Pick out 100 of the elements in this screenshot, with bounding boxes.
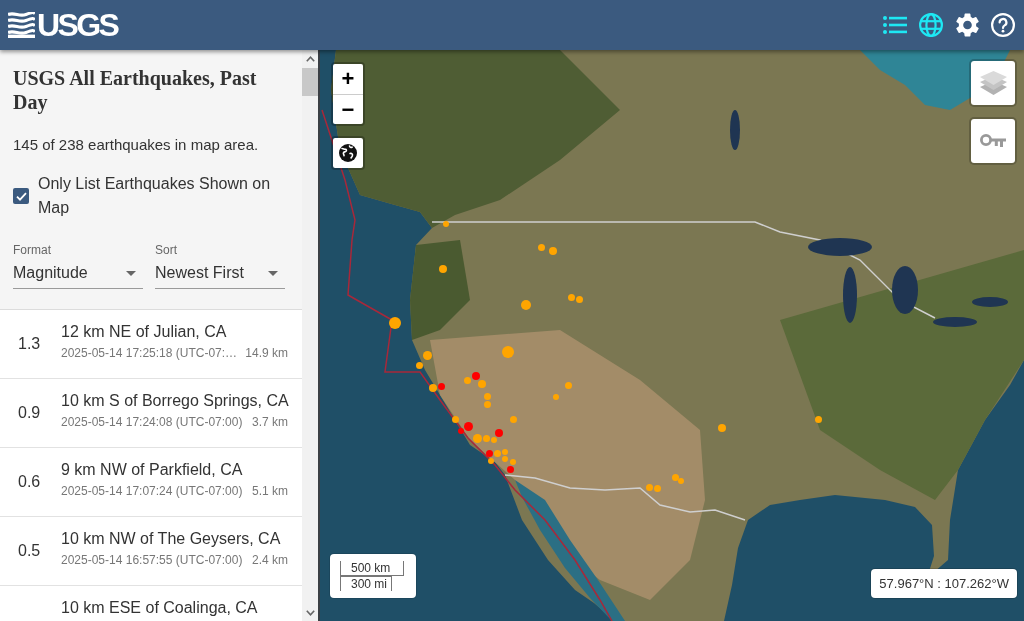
- earthquake-list-item[interactable]: 10 km ESE of Coalinga, CA: [0, 586, 302, 621]
- earthquake-marker-icon[interactable]: [502, 449, 508, 455]
- magnitude-text: 1.3: [17, 335, 41, 352]
- scale-metric-label: 500 km: [340, 561, 404, 576]
- lake: [892, 266, 918, 314]
- magnitude-text: 0.6: [17, 473, 41, 490]
- earthquake-marker-icon[interactable]: [478, 380, 486, 388]
- earthquake-marker-icon[interactable]: [493, 449, 501, 457]
- scrollbar[interactable]: [302, 50, 318, 621]
- earthquake-marker-icon[interactable]: [451, 415, 459, 423]
- caret-icon: [268, 270, 278, 276]
- place-text: 10 km S of Borrego Springs, CA: [61, 391, 289, 411]
- time-text: 2025-05-14 17:25:18 (UTC-07:…: [61, 345, 238, 361]
- earthquake-marker-icon[interactable]: [422, 350, 432, 360]
- depth-text: 2.4 km: [252, 552, 288, 568]
- waves-icon: [8, 12, 35, 38]
- scrollbar-thumb[interactable]: [302, 68, 318, 96]
- earthquake-list-item[interactable]: 1.3 12 km NE of Julian, CA 2025-05-14 17:25:18 (UTC-07:… 14.9 km: [0, 310, 302, 379]
- earthquake-list-item[interactable]: 0.9 10 km S of Borrego Springs, CA 2025-05-14 17:24:08 (UTC-07:00) 3.7 km: [0, 379, 302, 448]
- earthquake-marker-icon[interactable]: [472, 372, 480, 380]
- magnitude-text: 0.9: [17, 404, 41, 421]
- earthquake-marker-icon[interactable]: [458, 428, 464, 434]
- gear-icon: [955, 13, 979, 37]
- lake: [730, 110, 740, 150]
- earthquake-marker-icon[interactable]: [567, 293, 575, 301]
- depth-text: 5.1 km: [252, 483, 288, 499]
- earthquake-marker-icon[interactable]: [439, 265, 447, 273]
- earthquake-marker-icon[interactable]: [485, 449, 493, 457]
- earthquake-marker-icon[interactable]: [521, 300, 531, 310]
- earthquake-list-item[interactable]: 0.5 10 km NW of The Geysers, CA 2025-05-14 16:57:55 (UTC-07:00) 2.4 km: [0, 517, 302, 586]
- earthquake-marker-icon[interactable]: [537, 243, 545, 251]
- time-text: 2025-05-14 17:07:24 (UTC-07:00): [61, 483, 243, 499]
- earthquake-marker-icon[interactable]: [645, 483, 653, 491]
- lake: [808, 238, 872, 256]
- zoom-in-button[interactable]: +: [333, 64, 363, 94]
- place-text: 10 km NW of The Geysers, CA: [61, 529, 281, 549]
- key-icon: [980, 134, 1006, 148]
- earthquake-marker-icon[interactable]: [510, 459, 516, 465]
- earthquake-marker-icon[interactable]: [718, 424, 726, 432]
- earthquake-marker-icon[interactable]: [463, 421, 473, 431]
- earthquake-marker-icon[interactable]: [506, 465, 514, 473]
- earthquake-marker-icon[interactable]: [502, 456, 508, 462]
- depth-text: 3.7 km: [252, 414, 288, 430]
- chevron-down-icon[interactable]: [305, 610, 315, 616]
- checkbox-label[interactable]: Only List Earthquakes Shown on Map: [38, 172, 273, 220]
- earthquake-marker-icon[interactable]: [564, 381, 572, 389]
- earthquake-marker-icon[interactable]: [443, 221, 449, 227]
- place-text: 10 km ESE of Coalinga, CA: [61, 598, 258, 618]
- lake: [972, 297, 1008, 307]
- format-label: Format: [13, 243, 51, 257]
- earthquake-marker-icon[interactable]: [653, 484, 661, 492]
- settings-button[interactable]: [955, 13, 979, 37]
- earthquake-marker-icon[interactable]: [495, 429, 503, 437]
- earthquake-marker-icon[interactable]: [509, 415, 517, 423]
- sort-select[interactable]: Newest First: [155, 261, 285, 289]
- earthquake-marker-icon[interactable]: [814, 415, 822, 423]
- globe-icon: [919, 13, 943, 37]
- earthquake-marker-icon[interactable]: [491, 437, 497, 443]
- help-button[interactable]: [991, 13, 1015, 37]
- logo-link[interactable]: USGS: [8, 8, 118, 42]
- caret-icon: [126, 270, 136, 276]
- lake: [933, 317, 977, 327]
- zoom-out-button[interactable]: −: [333, 94, 363, 124]
- layers-icon: [979, 71, 1007, 95]
- earthquake-marker-icon[interactable]: [483, 400, 491, 408]
- panel-title: USGS All Earthquakes, Past Day: [13, 66, 258, 114]
- map-view-button[interactable]: [919, 13, 943, 37]
- chevron-up-icon[interactable]: [305, 56, 315, 62]
- format-select[interactable]: Magnitude: [13, 261, 143, 289]
- satellite-map-drawing[interactable]: [320, 50, 1024, 621]
- list-icon: [883, 16, 907, 34]
- earthquake-marker-icon[interactable]: [553, 394, 559, 400]
- earthquake-marker-icon[interactable]: [415, 361, 423, 369]
- coordinates-readout: 57.967°N : 107.262°W: [871, 569, 1017, 598]
- layers-button[interactable]: [969, 59, 1017, 107]
- earthquake-list-item[interactable]: 0.6 9 km NW of Parkfield, CA 2025-05-14 17:07:24 (UTC-07:00) 5.1 km: [0, 448, 302, 517]
- earthquake-marker-icon[interactable]: [463, 376, 471, 384]
- place-text: 12 km NE of Julian, CA: [61, 322, 227, 342]
- help-icon: [991, 13, 1015, 37]
- earthquake-marker-icon[interactable]: [575, 295, 583, 303]
- earthquake-marker-icon[interactable]: [437, 382, 445, 390]
- time-text: 2025-05-14 17:24:08 (UTC-07:00): [61, 414, 243, 430]
- earthquake-marker-icon[interactable]: [549, 247, 557, 255]
- summary-text: 145 of 238 earthquakes in map area.: [13, 135, 259, 155]
- checkbox[interactable]: [13, 188, 29, 204]
- sort-label: Sort: [155, 243, 177, 257]
- globe-button[interactable]: [331, 136, 365, 170]
- scale-imperial-label: 300 mi: [340, 576, 392, 591]
- earthquake-marker-icon[interactable]: [482, 434, 490, 442]
- earthquake-marker-icon[interactable]: [488, 458, 494, 464]
- list-view-button[interactable]: [883, 13, 907, 37]
- earthquake-marker-icon[interactable]: [483, 392, 491, 400]
- earthquake-marker-icon[interactable]: [472, 433, 482, 443]
- earthquake-marker-icon[interactable]: [671, 473, 679, 481]
- globe-icon: [339, 144, 357, 162]
- key-button[interactable]: [969, 117, 1017, 165]
- earthquake-marker-icon[interactable]: [429, 384, 437, 392]
- checkmark-icon: [15, 191, 27, 201]
- earthquake-marker-icon[interactable]: [678, 478, 684, 484]
- time-text: 2025-05-14 16:57:55 (UTC-07:00): [61, 552, 243, 568]
